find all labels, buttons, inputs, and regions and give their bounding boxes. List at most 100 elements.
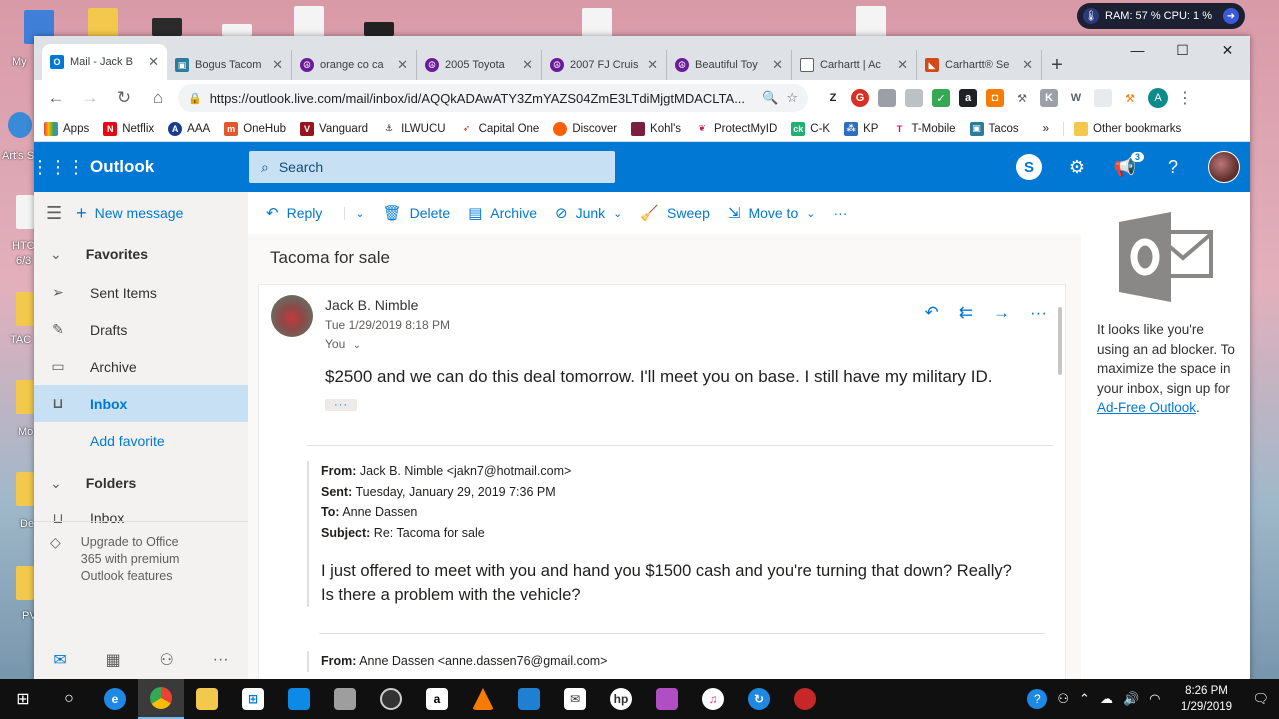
profile-avatar[interactable]: A	[1148, 88, 1168, 108]
nav-drafts[interactable]: ✎ Drafts	[34, 311, 248, 348]
volume-icon[interactable]: 🔊	[1123, 691, 1139, 707]
forward-icon[interactable]: →	[76, 84, 104, 112]
ad-free-link[interactable]: Ad-Free Outlook	[1097, 400, 1196, 415]
bookmark-ck[interactable]: ck C-K	[791, 121, 830, 136]
sender-name[interactable]: Jack B. Nimble	[325, 297, 418, 313]
system-monitor-widget[interactable]: 🌡 RAM: 57 % CPU: 1 % ➜	[1077, 3, 1245, 29]
zotero-extension-icon[interactable]: Z	[824, 89, 842, 107]
scrollbar-thumb[interactable]	[1058, 307, 1062, 375]
desktop-icon[interactable]	[16, 195, 34, 229]
show-original-button[interactable]: ···	[325, 399, 357, 411]
orange-extension-icon[interactable]: ◘	[986, 89, 1004, 107]
add-favorite-link[interactable]: Add favorite	[34, 422, 248, 459]
nav-sent-items[interactable]: ➢ Sent Items	[34, 274, 248, 311]
grid-extension-icon[interactable]	[1094, 89, 1112, 107]
close-tab-icon[interactable]: ✕	[148, 54, 159, 70]
w-extension-icon[interactable]: W	[1067, 89, 1085, 107]
people-icon[interactable]: ⚇	[159, 650, 173, 670]
bookmark-netflix[interactable]: N Netflix	[103, 121, 154, 136]
archive-button[interactable]: ▤ Archive	[468, 204, 537, 222]
menu-dots-icon[interactable]: ⋮	[1177, 88, 1193, 108]
more-actions-icon[interactable]: ···	[1030, 303, 1047, 323]
tab-carhartt-se[interactable]: ◣ Carhartt® Se ✕	[917, 50, 1042, 80]
mail-icon[interactable]: ✉	[53, 650, 66, 670]
gear-icon[interactable]: ⚙	[1064, 154, 1090, 180]
home-icon[interactable]: ⌂	[144, 84, 172, 112]
recipients[interactable]: You ⌄	[325, 337, 361, 351]
bookmark-capital-one[interactable]: ➶ Capital One	[459, 121, 539, 136]
bookmark-tacos[interactable]: ▣ Tacos	[969, 121, 1019, 136]
desktop-icon[interactable]	[364, 22, 394, 36]
wifi-icon[interactable]: ◠	[1149, 691, 1160, 707]
bookmark-apps[interactable]: Apps	[44, 121, 89, 136]
amazon-extension-icon[interactable]: a	[959, 89, 977, 107]
star-icon[interactable]: ☆	[786, 90, 798, 106]
other-bookmarks[interactable]: Other bookmarks	[1063, 121, 1181, 136]
hammer-orange-extension-icon[interactable]: ⚒	[1121, 89, 1139, 107]
arrow-right-icon[interactable]: ➜	[1223, 8, 1239, 24]
red-extension-icon[interactable]: G	[851, 89, 869, 107]
chrome-icon[interactable]	[138, 679, 184, 719]
itunes-icon[interactable]: ♫	[690, 679, 736, 719]
minimize-icon[interactable]: —	[1115, 36, 1160, 64]
sweep-button[interactable]: 🧹 Sweep	[640, 204, 710, 222]
close-tab-icon[interactable]: ✕	[272, 57, 283, 73]
bookmark-kp[interactable]: ⁂ KP	[844, 121, 878, 136]
weather-icon[interactable]	[506, 679, 552, 719]
cortana-icon[interactable]: ○	[46, 679, 92, 719]
delete-button[interactable]: 🗑 Delete	[383, 204, 451, 222]
favorites-header[interactable]: ⌄ Favorites	[34, 234, 248, 274]
amazon-icon[interactable]: a	[414, 679, 460, 719]
megaphone-icon[interactable]: 📢 3	[1112, 152, 1144, 180]
bookmark-ilwucu[interactable]: ⚓ ILWUCU	[382, 121, 446, 136]
gray-k-extension-icon[interactable]: K	[1040, 89, 1058, 107]
close-icon[interactable]: ✕	[1205, 36, 1250, 64]
close-tab-icon[interactable]: ✕	[647, 57, 658, 73]
desktop-icon[interactable]	[856, 6, 886, 40]
hamburger-icon[interactable]: ☰	[46, 203, 62, 224]
chevron-down-icon[interactable]: ⌄	[344, 206, 365, 220]
paint-icon[interactable]	[644, 679, 690, 719]
mail-icon[interactable]: ✉	[552, 679, 598, 719]
desktop-folder-icon[interactable]	[16, 380, 34, 414]
photos-icon[interactable]	[276, 679, 322, 719]
chevron-up-icon[interactable]: ⌃	[1079, 691, 1090, 707]
bookmark-vanguard[interactable]: V Vanguard	[300, 121, 368, 136]
people-tray-icon[interactable]: ⚇	[1057, 691, 1069, 707]
maximize-icon[interactable]: ☐	[1160, 36, 1205, 64]
zoom-icon[interactable]: 🔍	[762, 90, 778, 106]
bookmark-protectmyid[interactable]: ❦ ProtectMyID	[695, 121, 777, 136]
close-tab-icon[interactable]: ✕	[1022, 57, 1033, 73]
back-icon[interactable]: ←	[42, 84, 70, 112]
reply-icon[interactable]: ↶	[925, 303, 939, 323]
skype-icon[interactable]: S	[1016, 154, 1042, 180]
bookmark-aaa[interactable]: A AAA	[168, 121, 210, 136]
desktop-folder-icon[interactable]	[16, 472, 34, 506]
outlook-brand[interactable]: Outlook	[82, 157, 249, 177]
hammer-extension-icon[interactable]: ⚒	[1013, 89, 1031, 107]
app-icon[interactable]	[322, 679, 368, 719]
app-launcher-icon[interactable]: ⋮⋮⋮	[34, 142, 85, 192]
nav-inbox[interactable]: ⊔ Inbox	[34, 385, 248, 422]
search-input[interactable]: ⌕ Search	[249, 151, 615, 183]
green-extension-icon[interactable]: ✓	[932, 89, 950, 107]
reply-all-icon[interactable]: ⇇	[959, 303, 973, 323]
nav-archive[interactable]: ▭ Archive	[34, 348, 248, 385]
windows-start-icon[interactable]: ⊞	[0, 679, 46, 719]
more-commands-button[interactable]: ···	[833, 205, 847, 221]
upgrade-banner[interactable]: ◇ Upgrade to Office 365 with premium Out…	[34, 521, 248, 597]
desktop-folder-icon[interactable]	[16, 292, 34, 326]
cloud-icon[interactable]: ☁	[1100, 691, 1113, 707]
tab-2007-fj-cruiser[interactable]: ☮ 2007 FJ Cruis ✕	[542, 50, 667, 80]
reply-button[interactable]: ↶ Reply ⌄	[266, 204, 365, 222]
new-message-button[interactable]: + New message	[76, 203, 183, 224]
copy-extension-icon[interactable]	[905, 89, 923, 107]
bookmark-kohls[interactable]: Kohl's	[631, 121, 681, 136]
junk-button[interactable]: ⊘ Junk ⌄	[555, 204, 622, 222]
move-to-button[interactable]: ⇲ Move to ⌄	[728, 204, 816, 222]
sender-avatar[interactable]	[271, 295, 313, 337]
close-tab-icon[interactable]: ✕	[897, 57, 908, 73]
calendar-icon[interactable]: ▦	[106, 650, 121, 670]
close-tab-icon[interactable]: ✕	[772, 57, 783, 73]
bookmark-t-mobile[interactable]: T T-Mobile	[892, 121, 956, 136]
